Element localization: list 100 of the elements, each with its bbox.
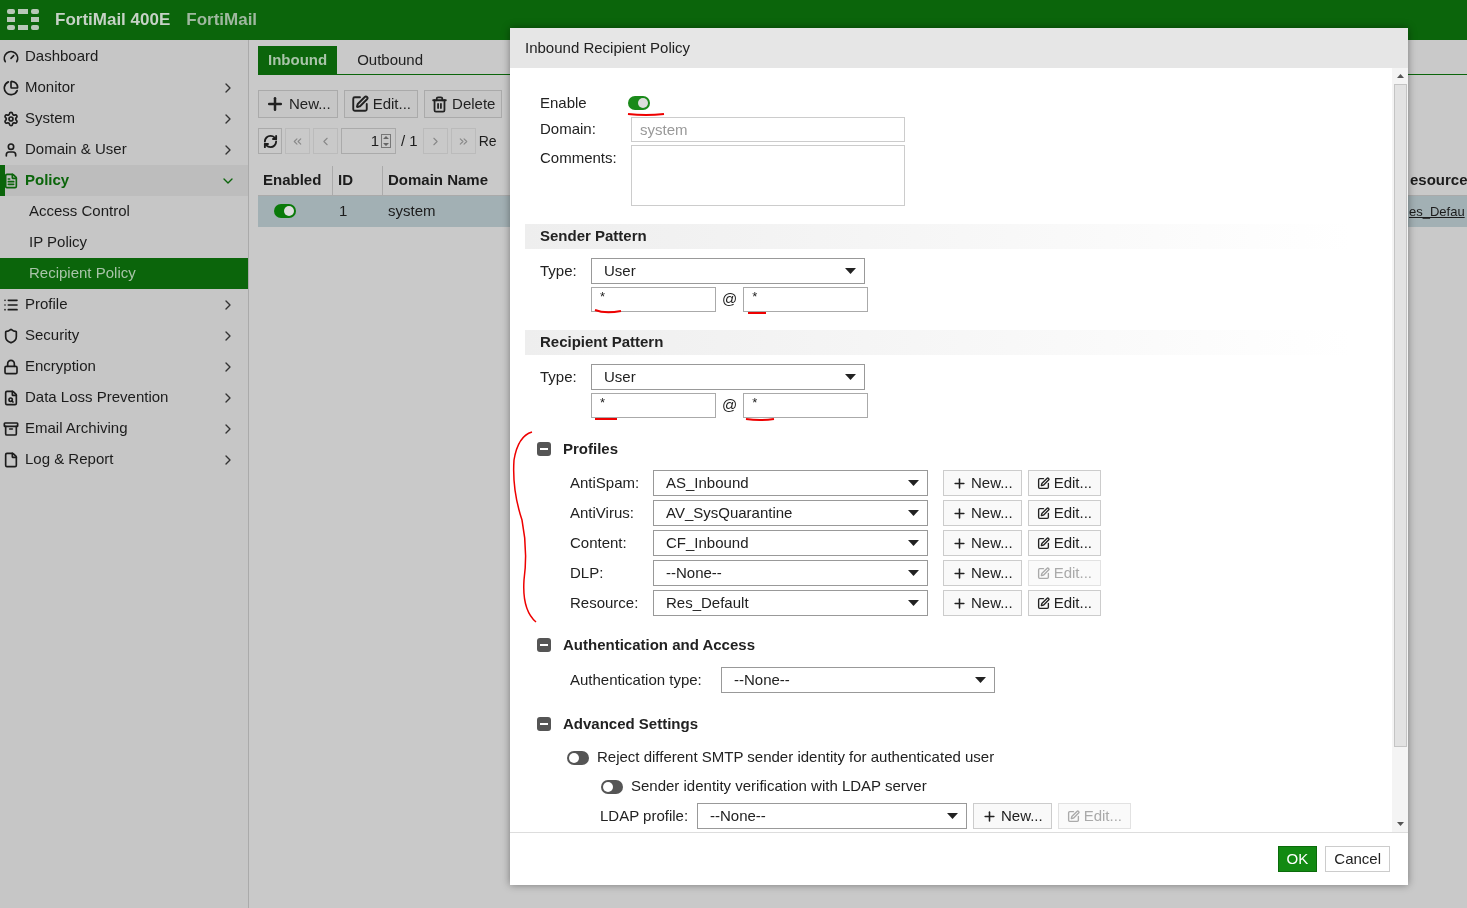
toggle-switch[interactable] [567,750,589,765]
column-header: ID [333,166,383,195]
domain-part-field[interactable]: * [743,287,869,312]
at-sign: @ [722,289,738,310]
dropdown[interactable]: User [591,258,865,284]
toggle-switch[interactable] [628,96,650,110]
refresh-button[interactable] [258,128,282,154]
dropdown[interactable]: Res_Default [653,590,928,616]
caret-icon [908,510,919,516]
sidebar-subitem[interactable]: IP Policy [0,227,248,258]
collapse-icon[interactable] [537,442,551,456]
collapse-icon[interactable] [537,717,551,731]
local-part-field[interactable]: * [591,287,716,312]
edit-icon [1036,536,1050,550]
caret-icon [908,600,919,606]
sidebar-subitem[interactable]: Access Control [0,196,248,227]
sidebar-item[interactable]: Dashboard [0,41,248,72]
domain-field[interactable]: system [631,117,905,142]
table-cell-text: 1 [338,201,349,222]
ok-button[interactable]: OK [1277,846,1318,872]
toggle-switch[interactable] [274,204,296,219]
plus-icon [952,475,967,491]
toggle-switch[interactable] [601,779,623,794]
field-label: Enable [540,92,588,113]
edit-button[interactable]: Edit... [1027,500,1102,526]
product-name: FortiMail 400E [55,9,171,32]
gear-icon [3,110,19,127]
toolbar-button[interactable]: New... [258,90,338,118]
sidebar-item[interactable]: Policy [0,165,248,196]
column-header: Enabled [258,166,333,195]
new-button[interactable]: New... [943,530,1022,556]
dropdown[interactable]: AV_SysQuarantine [653,500,928,526]
tab[interactable]: Outbound [337,46,444,74]
field-label: Authentication type: [570,669,703,690]
toggle-label: Sender identity verification with LDAP server [631,776,927,797]
field-label: Domain: [540,119,597,140]
page-number-field[interactable]: 1 [341,128,396,154]
annotation-mark [593,308,623,314]
sidebar-item[interactable]: System [0,103,248,134]
annotation-mark [744,416,776,422]
field-label: Comments: [540,148,618,168]
sidebar-item[interactable]: Security [0,320,248,351]
edit-icon [1036,476,1050,490]
edit-button[interactable]: Edit... [1027,590,1102,616]
sidebar-item[interactable]: Profile [0,289,248,320]
edit-icon [1036,596,1050,610]
lock-icon [3,358,19,375]
at-sign: @ [722,395,738,416]
sidebar-item[interactable]: Encryption [0,351,248,382]
plus-icon [952,595,967,611]
cancel-button[interactable]: Cancel [1325,846,1390,872]
dropdown[interactable]: AS_Inbound [653,470,928,496]
new-button[interactable]: New... [943,560,1022,586]
archive-icon [3,420,19,437]
edit-button[interactable]: Edit... [1027,470,1102,496]
new-button[interactable]: New... [973,803,1052,829]
caret-icon [975,677,986,683]
dropdown[interactable]: --None-- [721,667,995,693]
shield-icon [3,327,19,344]
document-icon [3,451,19,468]
dropdown[interactable]: CF_Inbound [653,530,928,556]
pie-chart-icon [3,79,19,96]
toolbar-button[interactable]: Delete [424,90,503,118]
domain-part-field[interactable]: * [743,393,869,418]
scrollbar[interactable] [1392,68,1408,832]
edit-button[interactable]: Edit... [1027,530,1102,556]
sidebar-item[interactable]: Monitor [0,72,248,103]
column-header: Domain Name [387,170,490,191]
new-button[interactable]: New... [943,470,1022,496]
sidebar-item[interactable]: Data Loss Prevention [0,382,248,413]
caret-icon [845,268,856,274]
edit-icon [1036,506,1050,520]
dropdown[interactable]: --None-- [653,560,928,586]
field-label: Resource: [570,592,640,613]
edit-icon [350,95,369,113]
logo-icon [7,9,39,31]
collapse-icon[interactable] [537,638,551,652]
sidebar-item[interactable]: Domain & User [0,134,248,165]
page-total: / 1 [400,130,419,151]
tab[interactable]: Inbound [258,46,338,74]
dropdown[interactable]: --None-- [697,803,967,829]
new-button[interactable]: New... [943,590,1022,616]
sidebar-item[interactable]: Email Archiving [0,413,248,444]
table-link[interactable]: es_Defau [1409,201,1467,222]
new-button[interactable]: New... [943,500,1022,526]
section-title: Authentication and Access [563,634,755,655]
document-icon [3,172,19,189]
comments-field[interactable] [631,145,905,206]
document-search-icon [3,389,19,406]
sidebar-subitem[interactable]: Recipient Policy [0,258,248,289]
local-part-field[interactable]: * [591,393,716,418]
host-name: FortiMail [186,9,258,32]
plus-icon [952,505,967,521]
caret-icon [947,813,958,819]
dropdown[interactable]: User [591,364,865,390]
scroll-up-icon [1396,74,1404,78]
toolbar-button[interactable]: Edit... [343,90,419,118]
sidebar-item[interactable]: Log & Report [0,444,248,475]
field-label: LDAP profile: [600,805,690,826]
dialog-title: Inbound Recipient Policy [525,37,691,58]
